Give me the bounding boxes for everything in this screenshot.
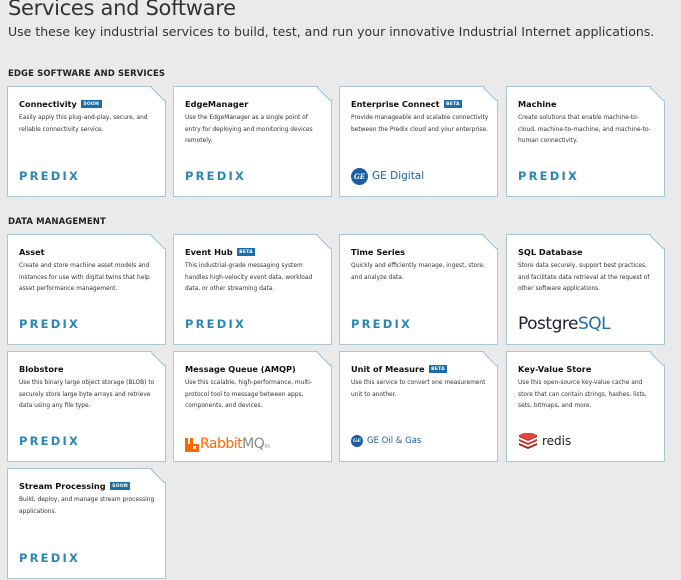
card-message-queue[interactable]: Message Queue (AMQP) Use this scalable, …: [173, 351, 332, 462]
card-event-hub[interactable]: Event Hub BETA This industrial-grade mess…: [173, 234, 332, 345]
ge-monogram-icon: GE: [351, 435, 363, 447]
predix-logo: PREDIX: [19, 317, 81, 331]
card-stream-processing[interactable]: Stream Processing SOON Build, deploy, and…: [7, 468, 166, 579]
card-description: Build, deploy, and manage stream process…: [19, 497, 155, 515]
card-title: Machine: [518, 99, 557, 109]
predix-logo: PREDIX: [19, 169, 81, 183]
card-title: Stream Processing SOON: [19, 481, 130, 491]
card-description: Use this service to convert one measurem…: [351, 380, 486, 398]
card-corner-fold: [317, 87, 331, 101]
section-title-data: DATA MANAGEMENT: [8, 217, 106, 227]
card-corner-fold: [151, 352, 165, 366]
ge-monogram-icon: GE: [351, 168, 368, 185]
card-corner-fold: [317, 352, 331, 366]
ge-oil-gas-logo: GE GE Oil & Gas: [351, 435, 422, 447]
card-corner-fold: [151, 87, 165, 101]
card-sql-database[interactable]: SQL Database Store data securely, suppor…: [506, 234, 665, 345]
card-enterprise-connect[interactable]: Enterprise Connect BETA Provide manageabl…: [339, 86, 498, 197]
card-machine[interactable]: Machine Create solutions that enable mac…: [506, 86, 665, 197]
card-corner-fold: [317, 235, 331, 249]
card-description: Use this scalable, high-performance, mul…: [185, 380, 313, 409]
beta-badge: BETA: [429, 365, 448, 373]
card-description: Use this open-source key-value cache and…: [518, 380, 647, 409]
card-corner-fold: [483, 87, 497, 101]
card-description: Quickly and efficiently manage, ingest, …: [351, 263, 485, 281]
soon-badge: SOON: [81, 100, 102, 108]
redis-icon: [518, 433, 538, 449]
card-title: EdgeManager: [185, 99, 249, 109]
card-corner-fold: [151, 235, 165, 249]
predix-logo: PREDIX: [185, 169, 247, 183]
card-description: Use the EdgeManager as a single point of…: [185, 115, 313, 144]
redis-logo: redis: [518, 430, 571, 452]
card-title: Message Queue (AMQP): [185, 364, 296, 374]
card-blobstore[interactable]: Blobstore Use this binary large object s…: [7, 351, 166, 462]
card-corner-fold: [483, 352, 497, 366]
card-title: Event Hub BETA: [185, 247, 255, 257]
predix-logo: PREDIX: [518, 169, 580, 183]
card-corner-fold: [650, 352, 664, 366]
card-description: Store data securely, support best practi…: [518, 263, 650, 292]
beta-badge: BETA: [237, 248, 256, 256]
card-key-value-store[interactable]: Key-Value Store Use this open-source key…: [506, 351, 665, 462]
card-title: Unit of Measure BETA: [351, 364, 447, 374]
predix-logo: PREDIX: [19, 434, 81, 448]
card-time-series[interactable]: Time Series Quickly and efficiently mana…: [339, 234, 498, 345]
card-title: Connectivity SOON: [19, 99, 102, 109]
predix-logo: PREDIX: [19, 551, 81, 565]
card-corner-fold: [650, 87, 664, 101]
page-subtitle: Use these key industrial services to bui…: [8, 24, 655, 39]
card-description: Easily apply this plug-and-play, secure,…: [19, 115, 148, 133]
card-title: Time Series: [351, 247, 406, 257]
card-description: Use this binary large object storage (BL…: [19, 380, 155, 409]
predix-logo: PREDIX: [351, 317, 413, 331]
card-title: Key-Value Store: [518, 364, 592, 374]
card-asset[interactable]: Asset Create and store machine asset mod…: [7, 234, 166, 345]
card-unit-of-measure[interactable]: Unit of Measure BETA Use this service to …: [339, 351, 498, 462]
section-title-edge: EDGE SOFTWARE AND SERVICES: [8, 69, 166, 79]
card-description: Create solutions that enable machine-to-…: [518, 115, 651, 144]
card-title: SQL Database: [518, 247, 583, 257]
rabbitmq-icon: [185, 436, 199, 452]
postgresql-logo: Postgre SQL: [518, 314, 611, 334]
card-corner-fold: [650, 235, 664, 249]
rabbitmq-logo: RabbitMQTM: [185, 430, 269, 452]
ge-digital-logo: GE GE Digital: [351, 165, 424, 187]
card-description: Create and store machine asset models an…: [19, 263, 150, 292]
predix-logo: PREDIX: [185, 317, 247, 331]
soon-badge: SOON: [110, 482, 131, 490]
card-edgemanager[interactable]: EdgeManager Use the EdgeManager as a sin…: [173, 86, 332, 197]
card-corner-fold: [151, 469, 165, 483]
page-title: Services and Software: [8, 0, 236, 20]
card-title: Blobstore: [19, 364, 64, 374]
card-title: Asset: [19, 247, 45, 257]
card-description: This industrial-grade messaging system h…: [185, 263, 313, 292]
beta-badge: BETA: [444, 100, 463, 108]
card-description: Provide manageable and scalable connecti…: [351, 115, 489, 133]
card-title: Enterprise Connect BETA: [351, 99, 462, 109]
card-connectivity[interactable]: Connectivity SOON Easily apply this plug-…: [7, 86, 166, 197]
card-corner-fold: [483, 235, 497, 249]
